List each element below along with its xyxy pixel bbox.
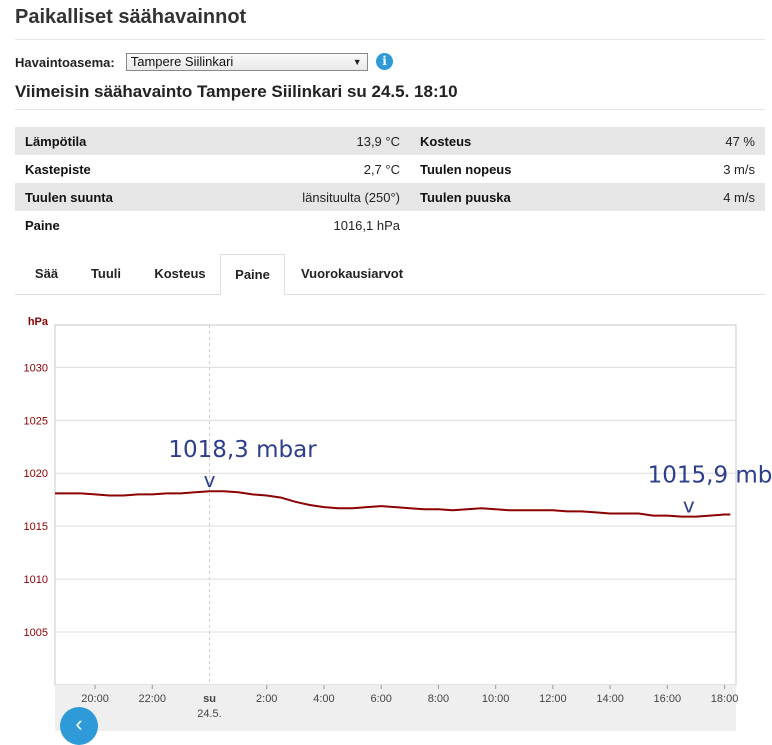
observation-row: Paine 1016,1 hPa [15, 211, 765, 239]
tab-tuuli[interactable]: Tuuli [72, 254, 140, 294]
station-select[interactable]: Tampere Siilinkari ▼ [125, 53, 368, 71]
tab-paine[interactable]: Paine [220, 254, 285, 295]
observation-row: Kastepiste 2,7 °C Tuulen nopeus 3 m/s [15, 155, 765, 183]
x-tick-sublabel: 24.5. [197, 708, 221, 720]
annotation-marker: v [204, 468, 216, 492]
tab-vuorokausiarvot[interactable]: Vuorokausiarvot [285, 254, 419, 294]
observation-label: Tuulen suunta [15, 183, 235, 211]
observation-divider [15, 109, 765, 110]
x-tick-label: 18:00 [711, 693, 739, 705]
annotation-marker: v [683, 494, 695, 518]
observation-value: 1016,1 hPa [333, 217, 400, 233]
info-icon[interactable]: i [376, 53, 393, 70]
observation-label [410, 211, 652, 239]
observation-value: 4 m/s [652, 183, 765, 211]
observation-label: Tuulen puuska [410, 183, 653, 211]
tab-saa[interactable]: Sää [21, 254, 72, 294]
x-tick-label: 20:00 [81, 693, 109, 705]
y-tick-label: 1020 [24, 468, 48, 480]
x-tick-label: 2:00 [256, 693, 277, 705]
y-tick-label: 1010 [24, 574, 48, 586]
dropdown-arrow-icon: ▼ [352, 57, 362, 67]
page-title: Paikalliset säähavainnot [15, 6, 247, 28]
y-tick-label: 1015 [24, 521, 48, 533]
observation-label: Paine [25, 217, 60, 233]
observation-value: 2,7 °C [363, 161, 400, 177]
station-label: Havaintoasema: [15, 54, 115, 70]
observation-row: Lämpötila 13,9 °C Kosteus 47 % [15, 127, 765, 155]
x-tick-label: 8:00 [428, 693, 449, 705]
x-axis-band [55, 685, 736, 731]
observation-row: Tuulen suunta länsituulta (250°) Tuulen … [15, 183, 765, 211]
station-select-value: Tampere Siilinkari [130, 54, 234, 69]
pressure-chart: hPa 1005 1010 1015 1020 1025 1030 20:00 22:00 s… [24, 316, 772, 731]
observation-value: 47 % [652, 127, 765, 155]
observation-value: länsituulta (250°) [235, 183, 410, 211]
x-tick-label: 6:00 [370, 693, 391, 705]
plot-area [54, 324, 737, 686]
observation-value: 13,9 °C [235, 127, 410, 155]
chevron-left-icon[interactable]: ‹ [60, 707, 98, 745]
x-tick-label: 4:00 [313, 693, 334, 705]
station-selector-row: Havaintoasema: Tampere Siilinkari ▼ [15, 52, 368, 72]
y-tick-label: 1005 [24, 627, 48, 639]
observation-value: 3 m/s [723, 161, 755, 177]
y-tick-labels: 1005 1010 1015 1020 1025 1030 [24, 362, 48, 639]
y-tick-label: 1025 [24, 415, 48, 427]
title-divider [15, 39, 765, 40]
observation-label: Kosteus [410, 127, 653, 155]
observation-value [652, 211, 765, 239]
annotation-label: 1018,3 mbar [168, 437, 317, 463]
y-tick-label: 1030 [24, 362, 48, 374]
annotation-label: 1015,9 mbar [648, 463, 772, 489]
observation-title: Viimeisin säähavainto Tampere Siilinkari… [15, 82, 458, 101]
x-tick-label: su [203, 693, 216, 705]
observation-label: Tuulen nopeus [420, 161, 512, 177]
y-axis-label: hPa [28, 316, 49, 328]
x-tick-label: 16:00 [654, 693, 682, 705]
x-tick-label: 14:00 [596, 693, 624, 705]
chart-tabs: Sää Tuuli Kosteus Paine Vuorokausiarvot [15, 254, 765, 295]
x-tick-label: 12:00 [539, 693, 567, 705]
x-tick-label: 22:00 [139, 693, 167, 705]
x-tick-label: 10:00 [482, 693, 510, 705]
observation-label: Kastepiste [25, 161, 91, 177]
tab-kosteus[interactable]: Kosteus [140, 254, 220, 294]
observation-label: Lämpötila [15, 127, 235, 155]
observations-table: Lämpötila 13,9 °C Kosteus 47 % Kastepist… [15, 127, 765, 239]
